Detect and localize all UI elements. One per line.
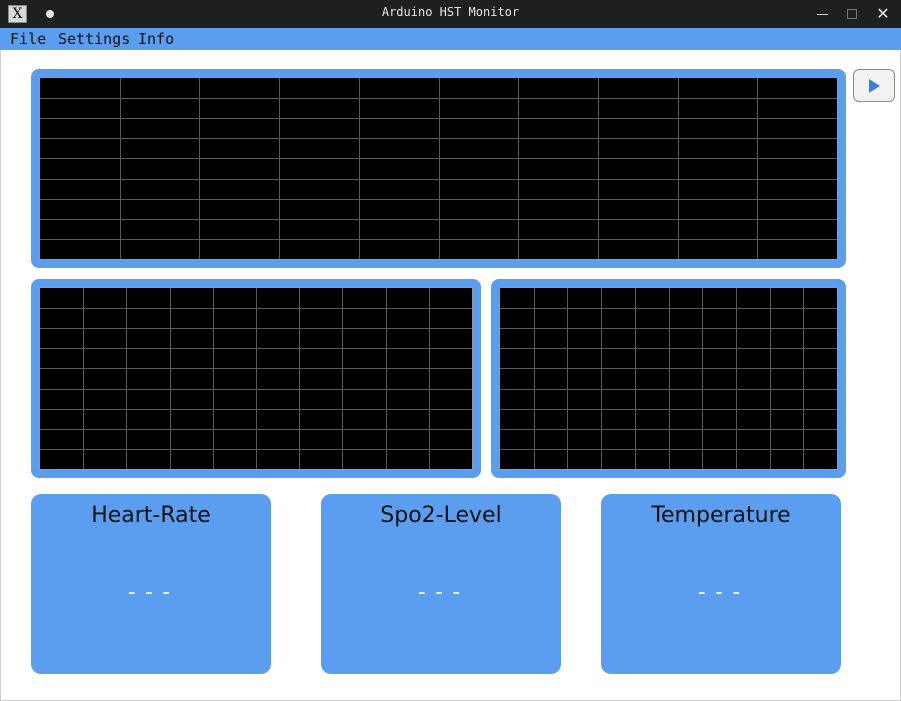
maximize-icon bbox=[847, 9, 857, 19]
minimize-icon bbox=[816, 13, 828, 15]
temperature-card: Temperature --- bbox=[601, 494, 841, 674]
left-plot-area[interactable] bbox=[39, 287, 473, 470]
spo2-level-card: Spo2-Level --- bbox=[321, 494, 561, 674]
menu-file[interactable]: File bbox=[10, 30, 46, 48]
minimize-button[interactable] bbox=[812, 4, 832, 24]
right-plot-grid bbox=[500, 288, 837, 469]
window-titlebar: X Arduino HST Monitor ✕ bbox=[0, 0, 901, 28]
right-plot-frame bbox=[491, 279, 846, 478]
temperature-value: --- bbox=[695, 580, 747, 605]
close-icon: ✕ bbox=[876, 4, 890, 23]
window-title: Arduino HST Monitor bbox=[381, 5, 520, 19]
menu-bar: File Settings Info bbox=[0, 28, 901, 50]
main-plot-frame bbox=[31, 69, 846, 268]
close-button[interactable]: ✕ bbox=[873, 4, 893, 24]
maximize-button[interactable] bbox=[842, 4, 862, 24]
main-plot-area[interactable] bbox=[39, 77, 838, 260]
menu-settings[interactable]: Settings bbox=[58, 30, 130, 48]
right-plot-area[interactable] bbox=[499, 287, 838, 470]
heart-rate-value: --- bbox=[125, 580, 177, 605]
menu-info[interactable]: Info bbox=[138, 30, 174, 48]
play-button[interactable] bbox=[853, 69, 895, 102]
spo2-level-title: Spo2-Level bbox=[380, 503, 502, 528]
heart-rate-card: Heart-Rate --- bbox=[31, 494, 271, 674]
temperature-title: Temperature bbox=[651, 503, 791, 528]
main-plot-grid bbox=[40, 78, 837, 259]
heart-rate-title: Heart-Rate bbox=[91, 503, 211, 528]
left-plot-grid bbox=[40, 288, 472, 469]
spo2-level-value: --- bbox=[415, 580, 467, 605]
play-icon bbox=[869, 78, 880, 93]
left-plot-frame bbox=[31, 279, 481, 478]
